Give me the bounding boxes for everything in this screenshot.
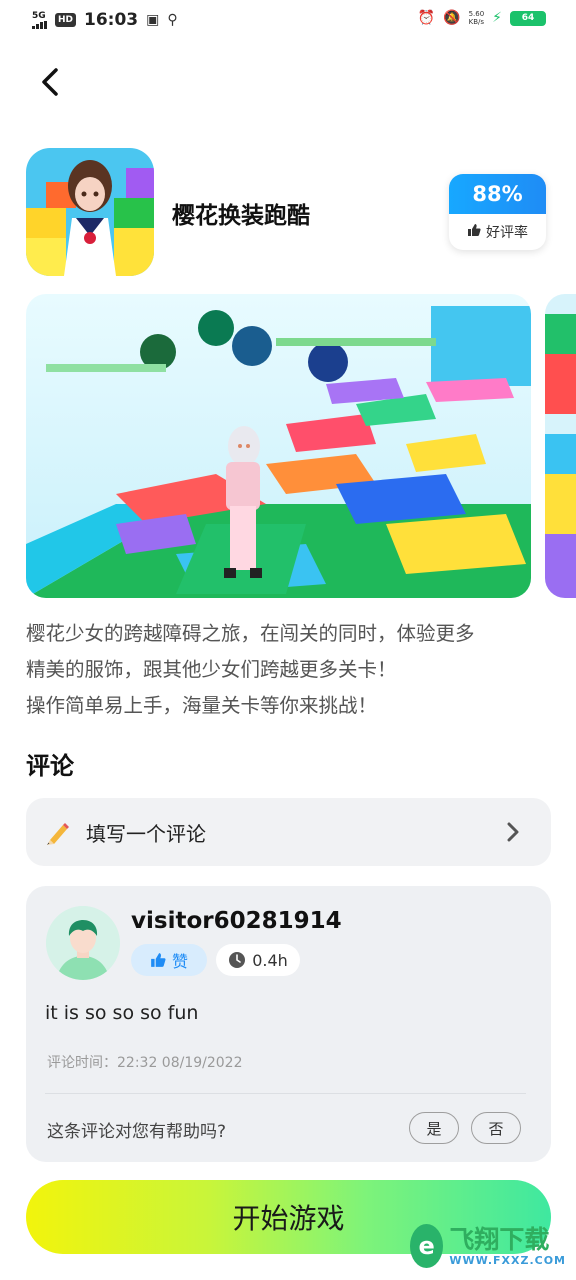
helpful-yes-button[interactable]: 是 bbox=[409, 1112, 459, 1144]
site-watermark: e 飞翔下载 WWW.FXXZ.COM bbox=[410, 1220, 566, 1272]
hd-badge: HD bbox=[55, 13, 77, 27]
playtime-badge: 0.4h bbox=[216, 944, 300, 976]
pencil-icon bbox=[47, 823, 69, 845]
description-line: 操作简单易上手，海量关卡等你来挑战！ bbox=[26, 694, 378, 717]
rating-badge: 88% 好评率 bbox=[449, 174, 546, 250]
helpful-no-button[interactable]: 否 bbox=[471, 1112, 521, 1144]
like-label: 赞 bbox=[171, 952, 188, 971]
status-bar-right: ⏰ 🔕 5.60 KB/s ⚡ 64 bbox=[418, 10, 546, 26]
watermark-main: 飞翔下载 bbox=[449, 1224, 550, 1254]
like-button[interactable]: 赞 bbox=[131, 944, 207, 976]
rating-label-row: 好评率 bbox=[449, 214, 546, 250]
rating-label: 好评率 bbox=[486, 225, 528, 241]
signal-bars-icon bbox=[32, 20, 47, 29]
watermark-logo-icon: e bbox=[410, 1224, 444, 1268]
battery-level: 64 bbox=[510, 10, 546, 26]
game-screenshot-1[interactable] bbox=[26, 294, 531, 598]
playtime-value: 0.4h bbox=[252, 950, 288, 970]
review-timestamp: 评论时间：22:32 08/19/2022 bbox=[47, 1055, 243, 1071]
speed-value: 5.60 bbox=[468, 10, 485, 18]
rating-value: 88% bbox=[449, 174, 546, 214]
reviews-section-title: 评论 bbox=[26, 752, 74, 780]
app-icon bbox=[26, 148, 154, 276]
thumbs-up-icon bbox=[467, 223, 481, 241]
clock-icon bbox=[229, 952, 246, 968]
network-speed: 5.60 KB/s bbox=[469, 10, 485, 26]
watermark-sub: WWW.FXXZ.COM bbox=[449, 1253, 566, 1267]
status-bar: 5G HD 16:03 ▣ ⚲ ⏰ 🔕 5.60 KB/s ⚡ 64 bbox=[0, 0, 576, 44]
charging-icon: ⚡ bbox=[492, 10, 502, 26]
watermark-text: 飞翔下载 WWW.FXXZ.COM bbox=[449, 1227, 566, 1266]
chevron-right-icon bbox=[507, 822, 519, 842]
mute-icon: 🔕 bbox=[443, 10, 461, 26]
description-line: 樱花少女的跨越障碍之旅，在闯关的同时，体验更多 bbox=[26, 622, 475, 645]
speed-unit: KB/s bbox=[468, 18, 485, 26]
usb-icon: ⚲ bbox=[167, 12, 178, 28]
clock: 16:03 bbox=[84, 10, 139, 30]
alarm-icon: ⏰ bbox=[417, 10, 436, 26]
thumbs-up-icon bbox=[151, 953, 166, 967]
review-username: visitor60281914 bbox=[131, 908, 342, 934]
review-card: visitor60281914 赞 0.4h it is so so so fu… bbox=[26, 886, 551, 1162]
avatar bbox=[46, 906, 120, 980]
helpful-question: 这条评论对您有帮助吗? bbox=[47, 1122, 227, 1142]
game-screenshot-2[interactable] bbox=[545, 294, 576, 598]
app-title: 樱花换装跑酷 bbox=[172, 203, 310, 229]
back-arrow-icon bbox=[42, 68, 58, 96]
status-bar-left: 5G HD 16:03 ▣ ⚲ bbox=[32, 10, 178, 30]
signal-indicator: 5G bbox=[32, 10, 47, 29]
usb-settings-icon: ▣ bbox=[146, 12, 160, 28]
review-text: it is so so so fun bbox=[45, 1002, 199, 1024]
back-button[interactable] bbox=[32, 62, 72, 102]
game-description: 樱花少女的跨越障碍之旅，在闯关的同时，体验更多 精美的服饰，跟其他少女们跨越更多… bbox=[26, 616, 556, 724]
write-review-button[interactable]: 填写一个评论 bbox=[26, 798, 551, 866]
description-line: 精美的服饰，跟其他少女们跨越更多关卡！ bbox=[26, 658, 397, 681]
divider bbox=[45, 1093, 526, 1094]
write-review-label: 填写一个评论 bbox=[86, 822, 206, 846]
network-type: 5G bbox=[32, 10, 46, 21]
